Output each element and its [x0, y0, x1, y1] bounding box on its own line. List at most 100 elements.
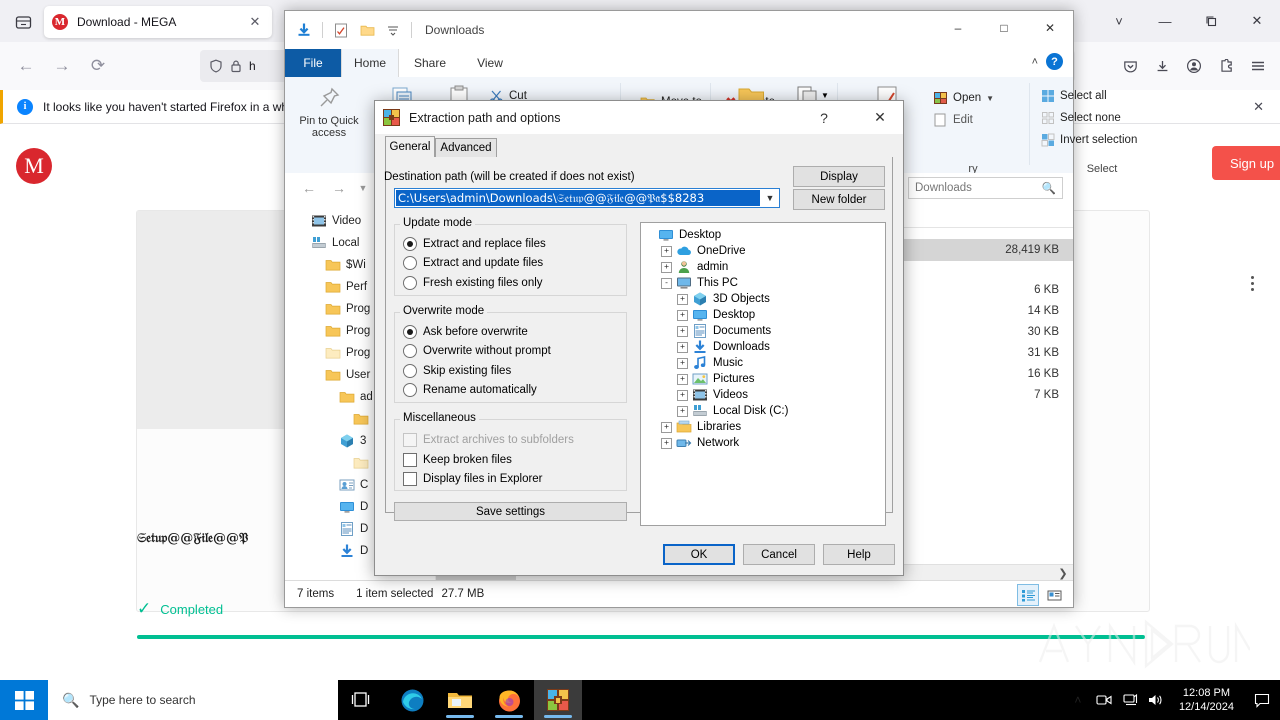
cancel-button[interactable]: Cancel: [743, 544, 815, 565]
volume-icon[interactable]: [1143, 680, 1169, 720]
file-explorer-icon[interactable]: [436, 680, 484, 720]
option-keep-broken-files[interactable]: Keep broken files: [403, 452, 512, 468]
large-icons-view-icon[interactable]: [1043, 584, 1065, 606]
display-button[interactable]: Display: [793, 166, 885, 187]
option-fresh-existing[interactable]: Fresh existing files only: [403, 275, 543, 291]
expand-icon[interactable]: +: [677, 309, 688, 321]
action-center-icon[interactable]: [1244, 680, 1280, 720]
tab-advanced[interactable]: Advanced: [435, 138, 497, 158]
folder-tree-item[interactable]: + Libraries: [641, 419, 885, 435]
expand-icon[interactable]: +: [677, 325, 688, 337]
winrar-icon[interactable]: [534, 680, 582, 720]
invert-selection-button[interactable]: Invert selection: [1041, 129, 1137, 151]
list-all-tabs-icon[interactable]: [8, 8, 38, 36]
taskbar-search-box[interactable]: 🔍 Type here to search: [48, 680, 338, 720]
maximize-button[interactable]: [1188, 0, 1234, 42]
minimize-button[interactable]: –: [935, 11, 981, 45]
recent-locations-icon[interactable]: ▼: [351, 177, 375, 199]
destination-path-value[interactable]: C:\Users\admin\Downloads\𝔖𝔢𝔱𝔲𝔭@@𝔉𝔦𝔩𝔢@@𝔓𝔞…: [396, 190, 760, 206]
folder-tree-item[interactable]: + Desktop: [641, 307, 885, 323]
new-folder-button[interactable]: New folder: [793, 189, 885, 210]
folder-tree-item[interactable]: + Downloads: [641, 339, 885, 355]
maximize-button[interactable]: □: [981, 11, 1027, 45]
chevron-down-icon[interactable]: ▼: [986, 94, 994, 103]
expand-icon[interactable]: +: [677, 357, 688, 369]
option-extract-replace[interactable]: Extract and replace files: [403, 236, 546, 252]
camera-icon[interactable]: [1091, 680, 1117, 720]
forward-icon[interactable]: →: [327, 177, 351, 199]
forward-icon[interactable]: →: [46, 50, 78, 82]
folder-tree-item[interactable]: + Local Disk (C:): [641, 403, 885, 419]
folder-tree-item[interactable]: + Documents: [641, 323, 885, 339]
radio-icon[interactable]: [403, 364, 417, 378]
folder-tree-item[interactable]: + OneDrive: [641, 243, 885, 259]
close-button[interactable]: ✕: [1234, 0, 1280, 42]
expand-icon[interactable]: +: [661, 437, 672, 449]
reload-icon[interactable]: ⟳: [82, 50, 114, 82]
folder-tree-item[interactable]: + Music: [641, 355, 885, 371]
account-icon[interactable]: [1178, 50, 1210, 82]
signup-button[interactable]: Sign up: [1212, 146, 1280, 180]
option-extract-update[interactable]: Extract and update files: [403, 255, 543, 271]
browser-tab[interactable]: M Download - MEGA ✕: [44, 6, 272, 38]
checkbox-icon[interactable]: [403, 453, 417, 467]
save-settings-button[interactable]: Save settings: [394, 502, 627, 521]
expand-icon[interactable]: +: [661, 421, 672, 433]
tab-general[interactable]: General: [385, 136, 435, 158]
radio-icon[interactable]: [403, 256, 417, 270]
folder-tree-item[interactable]: - This PC: [641, 275, 885, 291]
more-options-icon[interactable]: [1251, 276, 1254, 291]
chevron-down-icon[interactable]: ▼: [821, 91, 829, 100]
select-none-button[interactable]: Select none: [1041, 107, 1121, 129]
tab-file[interactable]: File: [285, 49, 341, 77]
new-folder-icon[interactable]: [356, 19, 378, 41]
back-icon[interactable]: ←: [10, 50, 42, 82]
minimize-button[interactable]: —: [1142, 0, 1188, 42]
show-hidden-icons[interactable]: ˄: [1065, 680, 1091, 720]
chevron-up-icon[interactable]: ˄: [1032, 56, 1038, 68]
select-all-button[interactable]: Select all: [1041, 85, 1107, 107]
close-button[interactable]: ✕: [1027, 11, 1073, 45]
start-button[interactable]: [0, 680, 48, 720]
option-display-files-explorer[interactable]: Display files in Explorer: [403, 471, 543, 487]
option-overwrite-without-prompt[interactable]: Overwrite without prompt: [403, 343, 551, 359]
firefox-icon[interactable]: [485, 680, 533, 720]
expand-icon[interactable]: +: [661, 261, 672, 273]
folder-tree-item[interactable]: Desktop: [641, 227, 885, 243]
radio-icon[interactable]: [403, 276, 417, 290]
option-ask-before-overwrite[interactable]: Ask before overwrite: [403, 324, 528, 340]
radio-icon[interactable]: [403, 325, 417, 339]
search-input[interactable]: Downloads 🔍: [908, 177, 1063, 199]
close-icon[interactable]: ✕: [246, 13, 264, 31]
option-rename-automatically[interactable]: Rename automatically: [403, 382, 537, 398]
tab-view[interactable]: View: [461, 49, 519, 77]
expand-icon[interactable]: +: [677, 341, 688, 353]
edge-icon[interactable]: [388, 680, 436, 720]
tab-home[interactable]: Home: [341, 49, 399, 77]
properties-icon[interactable]: [330, 19, 352, 41]
extensions-icon[interactable]: [1210, 50, 1242, 82]
folder-tree-panel[interactable]: Desktop + OneDrive + admin - This PC +3D Object…: [640, 222, 886, 526]
radio-icon[interactable]: [403, 383, 417, 397]
folder-tree-item[interactable]: + Network: [641, 435, 885, 451]
task-view-icon[interactable]: [338, 680, 386, 720]
expand-icon[interactable]: +: [677, 389, 688, 401]
radio-icon[interactable]: [403, 237, 417, 251]
help-button[interactable]: Help: [823, 544, 895, 565]
folder-tree-item[interactable]: + Videos: [641, 387, 885, 403]
destination-path-combobox[interactable]: C:\Users\admin\Downloads\𝔖𝔢𝔱𝔲𝔭@@𝔉𝔦𝔩𝔢@@𝔓𝔞…: [394, 188, 780, 208]
customize-qat-icon[interactable]: [382, 19, 404, 41]
dialog-help-button[interactable]: ?: [802, 101, 846, 134]
menu-icon[interactable]: [1242, 50, 1274, 82]
back-icon[interactable]: ←: [297, 177, 321, 199]
ok-button[interactable]: OK: [663, 544, 735, 565]
expand-icon[interactable]: +: [677, 293, 688, 305]
close-icon[interactable]: ✕: [1253, 99, 1264, 115]
help-icon[interactable]: ?: [1046, 53, 1063, 70]
network-icon[interactable]: [1117, 680, 1143, 720]
chevron-down-icon[interactable]: ▼: [761, 189, 779, 207]
pin-to-quick-access-button[interactable]: Pin to Quick access: [285, 77, 373, 139]
dialog-close-button[interactable]: ✕: [857, 101, 903, 134]
expand-icon[interactable]: +: [677, 405, 688, 417]
collapse-icon[interactable]: -: [661, 277, 672, 289]
